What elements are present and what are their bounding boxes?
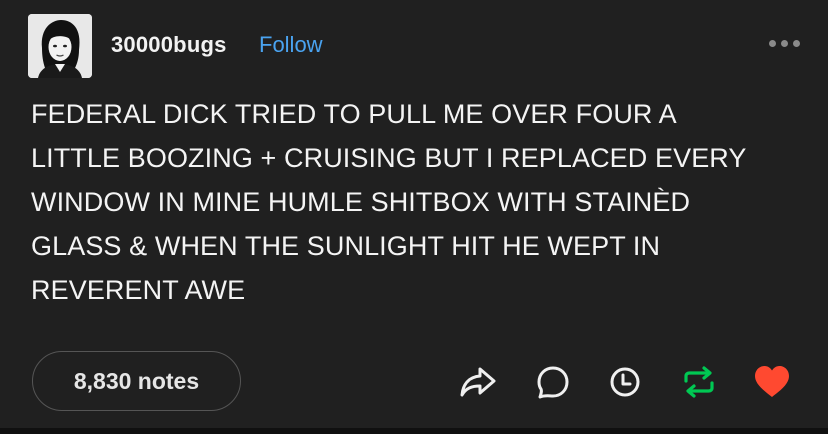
share-icon: [460, 367, 496, 397]
like-button[interactable]: [752, 362, 792, 402]
post-text-line: FEDERAL DICK TRIED TO PULL ME OVER FOUR …: [31, 99, 677, 129]
post-text: FEDERAL DICK TRIED TO PULL ME OVER FOUR …: [31, 92, 801, 312]
bottom-edge: [0, 428, 828, 434]
reply-button[interactable]: [533, 362, 573, 402]
username[interactable]: 30000bugs: [111, 32, 227, 58]
reblog-button[interactable]: [679, 362, 719, 402]
reply-icon: [537, 366, 569, 399]
post-text-line: WINDOW IN MINE HUMLE SHITBOX WITH STAINÈ…: [31, 187, 691, 217]
more-dot: [781, 40, 788, 47]
like-icon: [755, 366, 789, 397]
avatar-portrait-icon: [28, 14, 92, 78]
share-button[interactable]: [458, 362, 498, 402]
post-card: 30000bugs Follow FEDERAL DICK TRIED TO P…: [0, 0, 828, 434]
notes-button[interactable]: 8,830 notes: [32, 351, 241, 411]
more-icon[interactable]: [769, 40, 800, 47]
post-text-line: REVERENT AWE: [31, 275, 246, 305]
avatar[interactable]: [28, 14, 92, 78]
post-text-line: GLASS & WHEN THE SUNLIGHT HIT HE WEPT IN: [31, 231, 661, 261]
schedule-button[interactable]: [605, 362, 645, 402]
more-dot: [793, 40, 800, 47]
reblog-icon: [684, 366, 714, 398]
post-text-line: LITTLE BOOZING + CRUISING BUT I REPLACED…: [31, 143, 747, 173]
schedule-icon: [610, 367, 640, 397]
more-dot: [769, 40, 776, 47]
follow-button[interactable]: Follow: [259, 32, 323, 58]
